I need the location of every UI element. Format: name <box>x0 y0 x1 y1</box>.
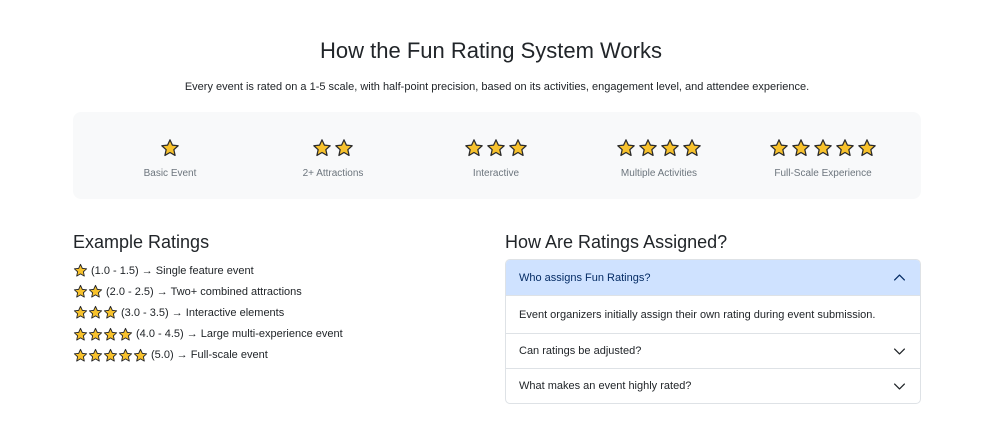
star-icon <box>161 139 179 157</box>
scale-stars <box>411 136 581 160</box>
example-rating-item: (1.0 - 1.5) → Single feature event <box>73 260 453 281</box>
scale-item-5: Full-Scale Experience <box>738 136 908 179</box>
example-rating-text: (4.0 - 4.5) → Large multi-experience eve… <box>136 328 343 341</box>
star-icon <box>465 139 483 157</box>
scale-label: 2+ Attractions <box>302 168 364 179</box>
star-icon <box>88 306 103 319</box>
star-icon <box>103 348 118 362</box>
star-icon <box>88 327 103 341</box>
star-icon <box>792 139 810 157</box>
chevron-up-icon <box>893 274 906 281</box>
faq-question-label: Can ratings be adjusted? <box>519 345 642 357</box>
star-icon <box>118 348 133 362</box>
star-icon <box>73 348 88 362</box>
star-icon <box>770 139 788 157</box>
faq-question-adjusted[interactable]: Can ratings be adjusted? <box>506 333 920 368</box>
star-icon <box>836 139 854 157</box>
scale-label: Full-Scale Experience <box>774 168 872 179</box>
star-icon <box>509 139 527 157</box>
scale-item-2: 2+ Attractions <box>248 136 418 179</box>
rating-scale-card: Basic Event 2+ Attractions Interactive M… <box>73 112 921 199</box>
example-stars <box>73 263 88 278</box>
star-icon <box>814 139 832 157</box>
scale-label: Basic Event <box>143 168 197 179</box>
example-stars <box>73 348 148 363</box>
example-rating-text: (2.0 - 2.5) → Two+ combined attractions <box>106 285 302 298</box>
example-stars <box>73 327 133 342</box>
page-subtitle: Every event is rated on a 1-5 scale, wit… <box>184 81 810 93</box>
scale-stars <box>248 136 418 160</box>
example-rating-item: (4.0 - 4.5) → Large multi-experience eve… <box>73 324 453 345</box>
star-icon <box>88 348 103 362</box>
star-icon <box>73 285 88 298</box>
example-rating-item: (3.0 - 3.5) → Interactive elements <box>73 302 453 323</box>
chevron-down-icon <box>893 383 906 390</box>
scale-item-4: Multiple Activities <box>574 136 744 179</box>
star-icon <box>683 139 701 157</box>
faq-answer: Event organizers initially assign their … <box>506 295 920 333</box>
example-stars <box>73 284 103 299</box>
example-rating-text: (3.0 - 3.5) → Interactive elements <box>121 306 285 319</box>
star-icon <box>103 306 118 319</box>
star-icon <box>335 139 353 157</box>
chevron-down-icon <box>893 348 906 355</box>
faq-title: How Are Ratings Assigned? <box>505 232 728 252</box>
star-icon <box>103 327 118 341</box>
star-icon <box>88 285 103 298</box>
faq-question-label: Who assigns Fun Ratings? <box>519 271 651 284</box>
example-rating-text: (5.0) → Full-scale event <box>151 349 268 362</box>
scale-stars <box>85 136 255 160</box>
faq-accordion: Who assigns Fun Ratings? Event organizer… <box>505 259 921 404</box>
example-ratings-title: Example Ratings <box>73 232 210 252</box>
example-rating-text: (1.0 - 1.5) → Single feature event <box>91 264 254 277</box>
faq-question-who-assigns[interactable]: Who assigns Fun Ratings? <box>506 260 920 295</box>
example-rating-item: (2.0 - 2.5) → Two+ combined attractions <box>73 281 453 302</box>
star-icon <box>487 139 505 157</box>
star-icon <box>639 139 657 157</box>
star-icon <box>617 139 635 157</box>
scale-label: Interactive <box>472 168 520 179</box>
example-ratings-list: (1.0 - 1.5) → Single feature event (2.0 … <box>73 260 453 366</box>
page-title: How the Fun Rating System Works <box>320 38 662 63</box>
star-icon <box>313 139 331 157</box>
scale-item-3: Interactive <box>411 136 581 179</box>
scale-stars <box>574 136 744 160</box>
example-rating-item: (5.0) → Full-scale event <box>73 345 453 366</box>
scale-label: Multiple Activities <box>620 168 698 179</box>
faq-question-highly-rated[interactable]: What makes an event highly rated? <box>506 368 920 403</box>
star-icon <box>73 306 88 319</box>
star-icon <box>73 264 88 277</box>
example-stars <box>73 305 118 320</box>
scale-stars <box>738 136 908 160</box>
scale-item-1: Basic Event <box>85 136 255 179</box>
star-icon <box>858 139 876 157</box>
star-icon <box>661 139 679 157</box>
faq-question-label: What makes an event highly rated? <box>519 380 692 392</box>
star-icon <box>118 327 133 341</box>
star-icon <box>73 327 88 341</box>
star-icon <box>133 348 148 362</box>
